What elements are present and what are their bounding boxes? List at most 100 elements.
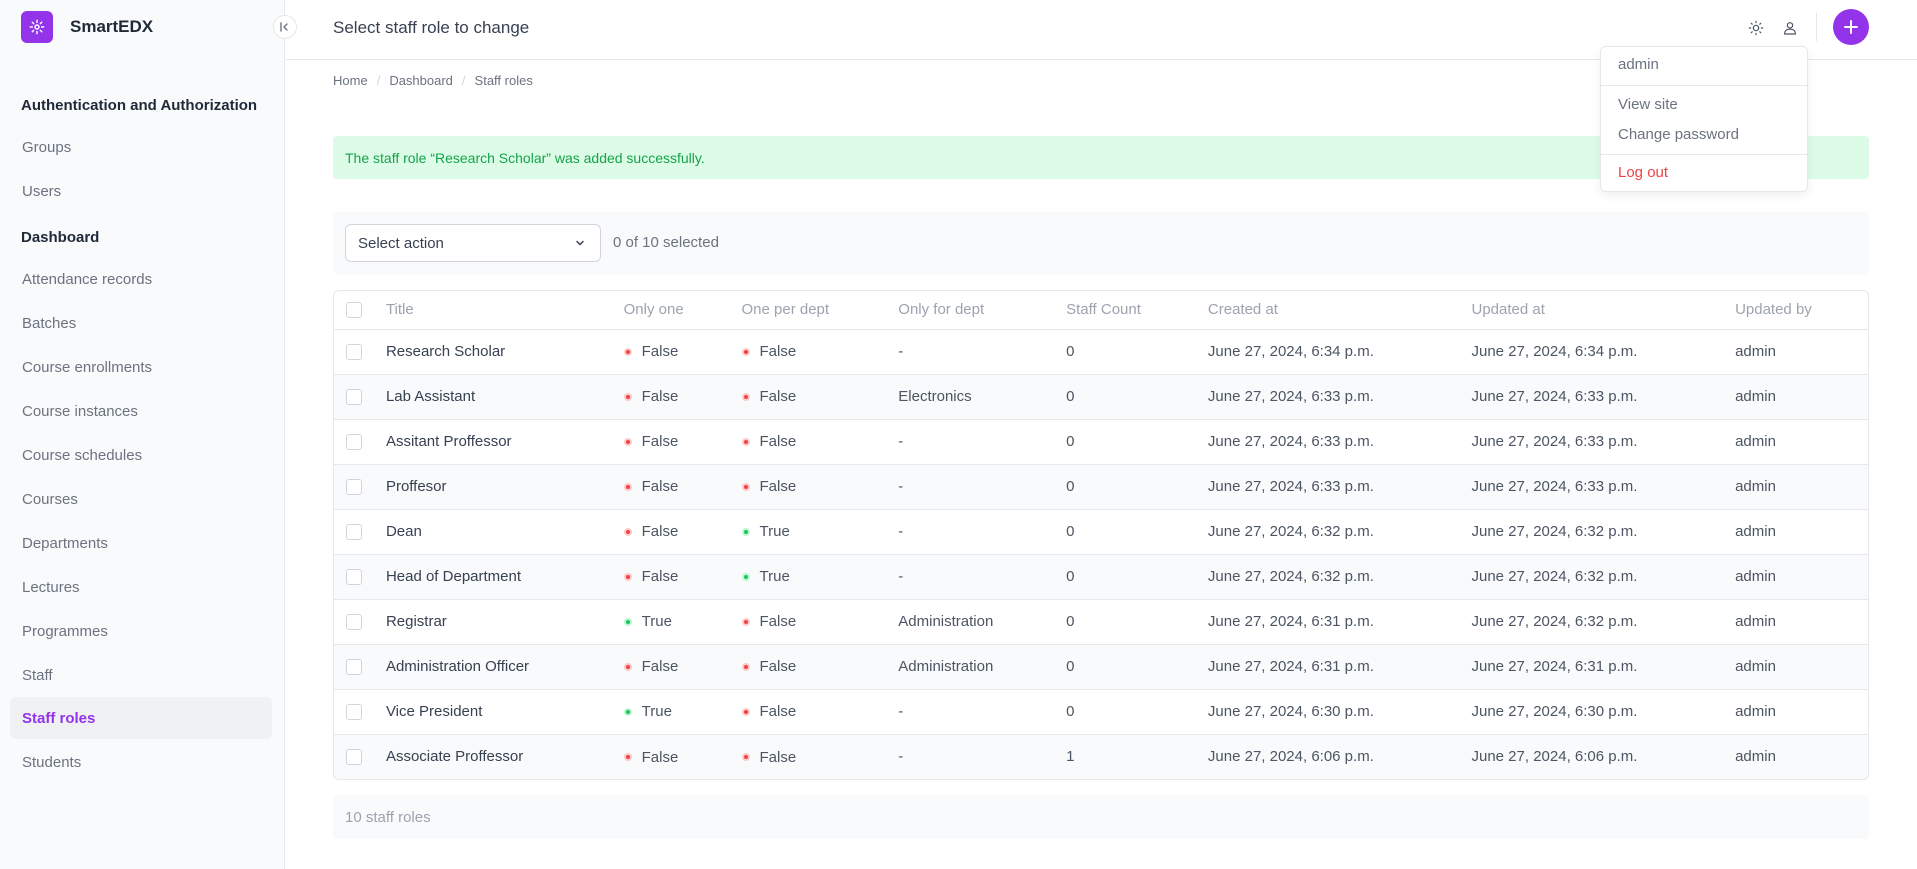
row-title-link[interactable]: Lab Assistant — [386, 388, 475, 405]
row-title-link[interactable]: Dean — [386, 523, 422, 540]
cell-one-per-dept: False — [741, 733, 899, 779]
cell-select — [334, 598, 386, 644]
breadcrumb-home[interactable]: Home — [333, 73, 368, 88]
logout-link[interactable]: Log out — [1618, 164, 1668, 181]
cell-staff-count: 0 — [1066, 508, 1208, 554]
cell-title: Lab Assistant — [385, 373, 624, 419]
cell-updated-at: June 27, 2024, 6:34 p.m. — [1471, 343, 1638, 360]
status-dot-icon — [741, 392, 750, 401]
row-checkbox[interactable] — [346, 388, 362, 405]
row-checkbox[interactable] — [346, 478, 362, 495]
cell-select — [334, 688, 386, 734]
cell-only-for-dept: Administration — [898, 598, 1067, 644]
table-header-row: Title Only one One per dept Only for dep… — [334, 291, 1868, 330]
sidebar-item-course-schedules[interactable]: Course schedules — [10, 434, 272, 476]
row-checkbox[interactable] — [346, 613, 362, 630]
cell-updated-at: June 27, 2024, 6:33 p.m. — [1471, 418, 1736, 464]
sidebar: SmartEDX Authentication and Authorizatio… — [0, 0, 285, 869]
brand[interactable]: SmartEDX — [21, 11, 153, 43]
boolean-indicator: False — [623, 568, 678, 585]
status-dot-icon — [623, 753, 632, 761]
boolean-indicator: False — [623, 478, 679, 496]
cell-created-at: June 27, 2024, 6:32 p.m. — [1207, 508, 1472, 554]
sidebar-item-course-instances[interactable]: Course instances — [10, 390, 272, 432]
row-title-link[interactable]: Vice President — [386, 703, 482, 720]
row-title-link[interactable]: Administration Officer — [386, 658, 529, 675]
column-header-staff-count[interactable]: Staff Count — [1066, 291, 1208, 330]
cell-select — [334, 463, 386, 509]
row-checkbox[interactable] — [346, 343, 362, 360]
collapse-sidebar-button[interactable] — [273, 15, 297, 39]
row-title-link[interactable]: Proffesor — [386, 478, 447, 495]
row-title-link[interactable]: Associate Proffessor — [386, 748, 523, 765]
status-dot-icon — [623, 707, 632, 716]
row-checkbox[interactable] — [346, 523, 362, 540]
boolean-value: True — [641, 703, 672, 721]
action-select[interactable]: Select action — [345, 224, 601, 262]
sidebar-item-course-enrollments[interactable]: Course enrollments — [10, 346, 272, 388]
cell-created-at: June 27, 2024, 6:31 p.m. — [1207, 598, 1472, 644]
boolean-value: False — [641, 478, 679, 496]
row-checkbox[interactable] — [346, 433, 362, 450]
sidebar-item-departments[interactable]: Departments — [10, 522, 272, 564]
row-checkbox[interactable] — [346, 748, 362, 765]
sidebar-item-attendance-records[interactable]: Attendance records — [10, 258, 272, 300]
cell-created-at: June 27, 2024, 6:32 p.m. — [1207, 553, 1472, 599]
cell-title: Registrar — [385, 598, 624, 644]
cell-title: Dean — [385, 508, 624, 554]
add-button[interactable] — [1833, 9, 1869, 45]
row-checkbox[interactable] — [346, 658, 362, 675]
table-row: Head of Department False True -0 June 27, 20… — [334, 553, 1868, 599]
change-password-link[interactable]: Change password — [1618, 126, 1739, 143]
row-title-link[interactable]: Assitant Proffessor — [386, 433, 512, 450]
theme-toggle-button[interactable] — [1744, 16, 1768, 40]
column-header-updated-by[interactable]: Updated by — [1735, 291, 1868, 330]
breadcrumb-dashboard[interactable]: Dashboard — [389, 73, 453, 88]
cell-select — [334, 553, 386, 599]
user-menu-button[interactable] — [1778, 16, 1802, 40]
row-title-link[interactable]: Registrar — [386, 613, 447, 630]
cell-one-per-dept: False — [741, 463, 899, 509]
row-checkbox[interactable] — [346, 703, 362, 720]
cell-title: Vice President — [385, 688, 624, 734]
breadcrumb-current: Staff roles — [474, 73, 533, 88]
sidebar-item-staff[interactable]: Staff — [10, 654, 272, 696]
cell-staff-count: 0 — [1066, 598, 1208, 644]
sidebar-item-courses[interactable]: Courses — [10, 478, 272, 520]
sidebar-item-lectures[interactable]: Lectures — [10, 566, 272, 608]
sidebar-item-groups[interactable]: Groups — [10, 126, 272, 168]
cell-only-one: False — [623, 463, 742, 509]
boolean-value: False — [641, 343, 679, 361]
row-title-link[interactable]: Research Scholar — [386, 343, 505, 360]
sidebar-item-staff-roles[interactable]: Staff roles — [10, 697, 272, 739]
column-header-created-at[interactable]: Created at — [1207, 291, 1472, 330]
cell-select — [334, 733, 386, 779]
boolean-value: False — [759, 613, 797, 631]
column-header-updated-at[interactable]: Updated at — [1471, 291, 1736, 330]
cell-updated-at: June 27, 2024, 6:06 p.m. — [1471, 733, 1736, 779]
boolean-indicator: False — [741, 478, 797, 496]
sidebar-item-batches[interactable]: Batches — [10, 302, 272, 344]
gear-icon — [21, 11, 53, 43]
column-header-only-for-dept[interactable]: Only for dept — [898, 291, 1067, 330]
cell-updated-by: admin — [1735, 733, 1868, 779]
view-site-link[interactable]: View site — [1618, 96, 1678, 113]
column-header-only-one[interactable]: Only one — [623, 291, 742, 330]
sidebar-item-students[interactable]: Students — [10, 741, 272, 783]
boolean-indicator: False — [741, 658, 796, 675]
sidebar-item-users[interactable]: Users — [10, 170, 272, 212]
boolean-value: False — [641, 748, 679, 766]
row-checkbox[interactable] — [346, 568, 362, 585]
status-dot-icon — [623, 662, 632, 671]
status-dot-icon — [623, 617, 632, 626]
select-all-checkbox[interactable] — [346, 301, 362, 318]
user-icon — [1784, 22, 1796, 35]
column-header-title[interactable]: Title — [385, 291, 624, 330]
cell-only-one: False — [623, 508, 742, 554]
row-title-link[interactable]: Head of Department — [386, 568, 521, 585]
sidebar-item-programmes[interactable]: Programmes — [10, 610, 272, 652]
column-header-one-per-dept[interactable]: One per dept — [741, 291, 899, 330]
cell-created-at: June 27, 2024, 6:30 p.m. — [1207, 688, 1472, 734]
boolean-value: True — [641, 613, 672, 631]
boolean-value: False — [759, 478, 797, 496]
